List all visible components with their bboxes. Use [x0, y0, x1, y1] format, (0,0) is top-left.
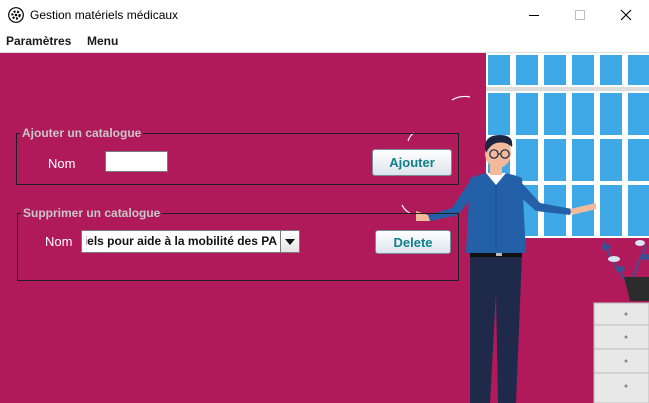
catalog-name-input[interactable]: [105, 151, 168, 172]
delete-catalog-legend: Supprimer un catalogue: [23, 206, 161, 220]
catalog-select-value: riels pour aide à la mobilité des PA: [86, 234, 277, 248]
maximize-icon: [575, 10, 585, 20]
title-bar: Gestion matériels médicaux: [0, 0, 649, 30]
close-button[interactable]: [603, 0, 649, 30]
maximize-button[interactable]: [557, 0, 603, 30]
minimize-button[interactable]: [511, 0, 557, 30]
menu-parametres[interactable]: Paramètres: [6, 34, 71, 48]
menu-menu[interactable]: Menu: [87, 34, 118, 48]
minimize-icon: [529, 15, 539, 16]
delete-button[interactable]: Delete: [375, 230, 451, 254]
add-button[interactable]: Ajouter: [372, 149, 452, 176]
window-title: Gestion matériels médicaux: [30, 8, 179, 22]
add-catalog-legend: Ajouter un catalogue: [22, 126, 142, 140]
app-gear-icon: [8, 7, 24, 23]
add-name-label: Nom: [48, 156, 76, 171]
content-area: Ajouter un catalogue Nom Ajouter Supprim…: [0, 53, 649, 403]
close-icon: [620, 9, 632, 21]
delete-name-label: Nom: [45, 234, 73, 249]
menu-bar: Paramètres Menu: [0, 30, 649, 53]
catalog-select[interactable]: riels pour aide à la mobilité des PA: [81, 230, 300, 253]
dropdown-arrow-icon[interactable]: [280, 231, 299, 252]
